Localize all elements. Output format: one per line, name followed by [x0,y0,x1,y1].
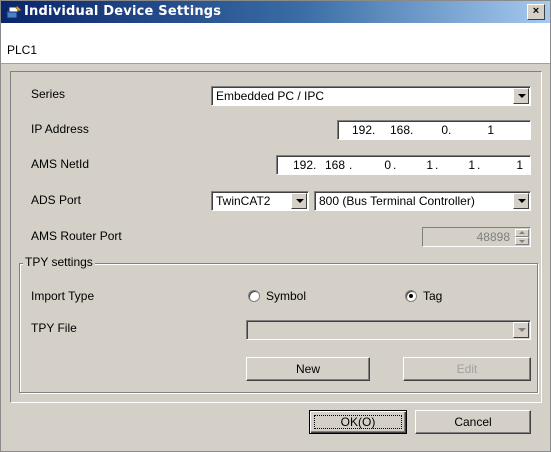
new-button[interactable]: New [246,357,370,381]
close-icon: × [532,5,540,17]
title-bar[interactable]: Individual Device Settings × [1,1,550,23]
device-header: PLC1 [1,23,550,64]
ads-port-type-combobox[interactable]: TwinCAT2 [211,191,309,211]
spin-up-icon [515,229,529,237]
netid-octet-2[interactable]: 168 [317,158,345,172]
netid-octet-4[interactable]: 1 [397,158,433,172]
series-combobox[interactable]: Embedded PC / IPC [211,86,531,106]
import-type-label: Import Type [31,289,95,303]
ip-octet-2[interactable]: 168 [378,123,410,137]
ip-octet-1[interactable]: 192 [340,123,372,137]
device-name: PLC1 [7,43,38,57]
ams-router-port-field: 48898 [422,227,531,247]
ams-router-port-value: 48898 [476,230,510,244]
netid-octet-5[interactable]: 1 [439,158,475,172]
tpy-file-dropdown-icon [513,322,529,338]
cancel-button[interactable]: Cancel [415,410,531,434]
edit-button: Edit [403,357,531,381]
series-label: Series [31,87,66,101]
ip-address-field[interactable]: 192 . 168 . 0 . 1 [337,120,531,140]
ads-port-type-dropdown-icon[interactable] [291,193,307,209]
ams-router-port-spinner [515,229,529,245]
netid-octet-3[interactable]: 0 [355,158,391,172]
tpy-file-combobox [246,320,531,340]
ams-netid-label: AMS NetId [31,157,90,171]
ads-port-dropdown-icon[interactable] [513,193,529,209]
series-value: Embedded PC / IPC [216,89,325,103]
app-icon [6,5,22,19]
tpy-settings-title: TPY settings [23,255,95,269]
ads-port-label: ADS Port [31,193,82,207]
symbol-radio-label[interactable]: Symbol [266,289,306,303]
ams-router-port-label: AMS Router Port [31,229,122,243]
netid-octet-1[interactable]: 192 [279,158,313,172]
ok-button[interactable]: OK(O) [309,410,407,434]
tpy-file-label: TPY File [31,321,77,335]
ads-port-type-value: TwinCAT2 [216,194,271,208]
window-title: Individual Device Settings [24,4,222,19]
focus-rect [314,415,402,429]
symbol-radio[interactable] [248,290,260,302]
spin-down-icon [515,237,529,245]
dialog-window: Individual Device Settings × PLC1 Series… [0,0,551,452]
ams-netid-field[interactable]: 192 . 168 . 0 . 1 . 1 . 1 [276,155,531,175]
ads-port-value: 800 (Bus Terminal Controller) [319,194,475,208]
netid-octet-6[interactable]: 1 [481,158,523,172]
ip-octet-3[interactable]: 0 [416,123,448,137]
close-button[interactable]: × [527,4,545,20]
tag-radio[interactable] [405,290,417,302]
tag-radio-label[interactable]: Tag [423,289,442,303]
series-dropdown-icon[interactable] [513,88,529,104]
ads-port-combobox[interactable]: 800 (Bus Terminal Controller) [314,191,531,211]
ip-address-label: IP Address [31,122,89,136]
ip-octet-4[interactable]: 1 [454,123,494,137]
